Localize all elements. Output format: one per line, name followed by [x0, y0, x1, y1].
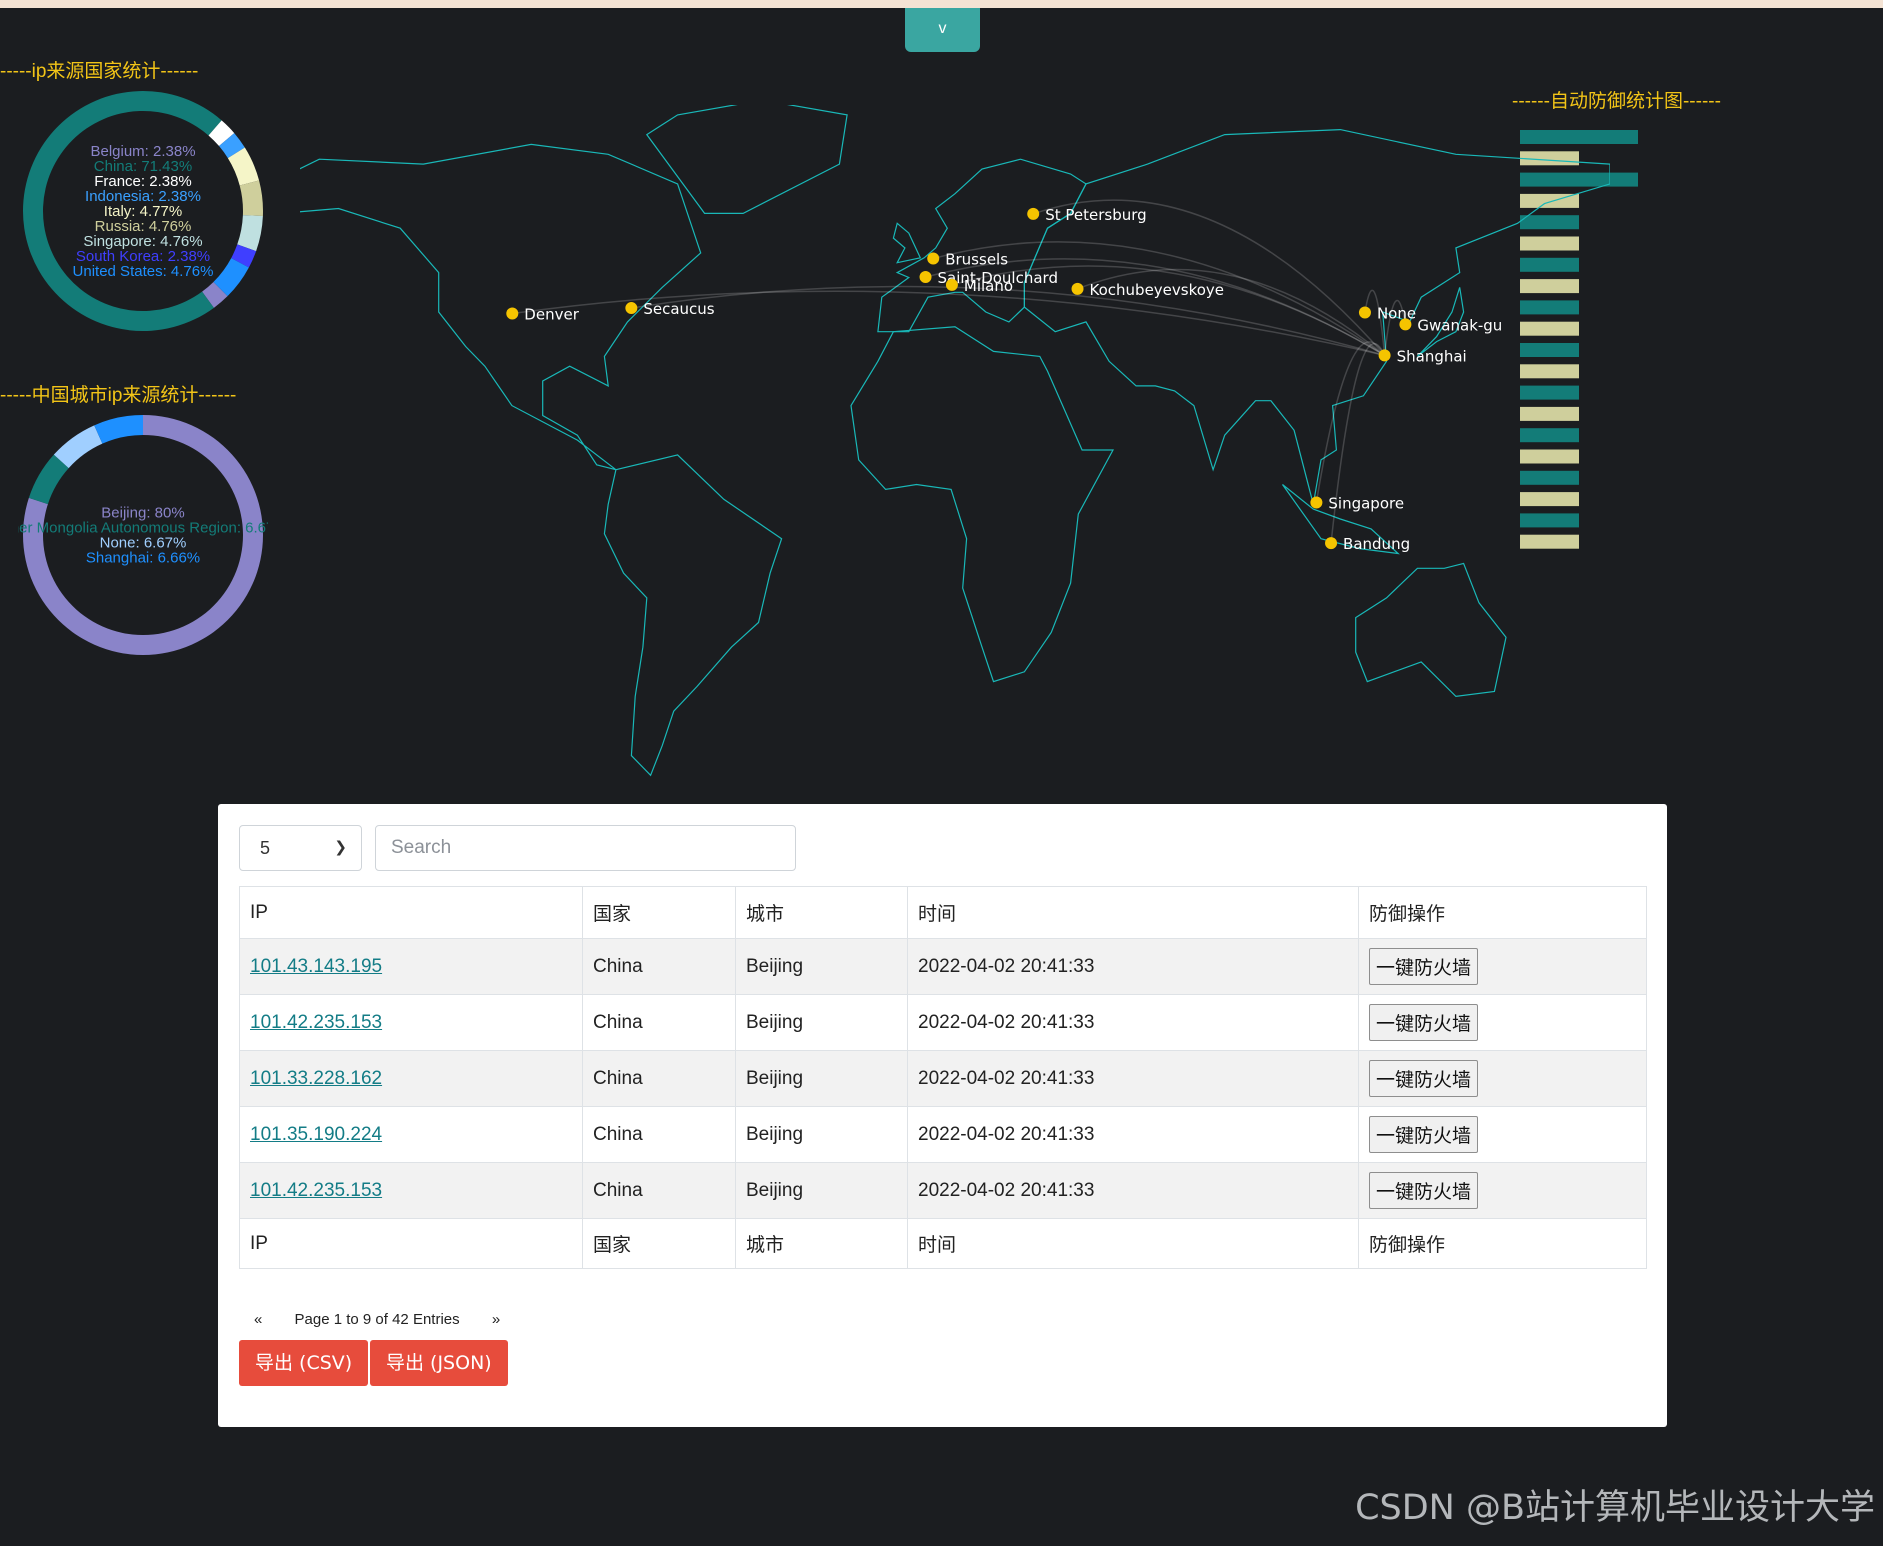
map-point[interactable] — [945, 278, 958, 291]
map-landmass — [850, 326, 1115, 683]
col-action[interactable]: 防御操作 — [1358, 886, 1647, 939]
firewall-button[interactable]: 一键防火墙 — [1369, 1172, 1479, 1209]
table-row: 101.35.190.224 China Beijing 2022-04-02 … — [239, 1106, 1647, 1163]
next-page-button[interactable]: » — [492, 1311, 500, 1328]
map-point-label: Brussels — [945, 251, 1008, 269]
map-point-label: Milano — [964, 277, 1013, 295]
map-point-label: Kochubeyevskoye — [1090, 281, 1225, 299]
city-cell: Beijing — [735, 1106, 908, 1163]
table-row: 101.43.143.195 China Beijing 2022-04-02 … — [239, 938, 1647, 995]
country-donut-slice — [239, 180, 263, 216]
table-row: 101.42.235.153 China Beijing 2022-04-02 … — [239, 994, 1647, 1051]
time-cell: 2022-04-02 20:41:33 — [907, 1162, 1359, 1219]
map-point-label: None — [1377, 304, 1416, 322]
map-point[interactable] — [506, 307, 519, 320]
export-csv-button[interactable]: 导出 (CSV) — [239, 1340, 369, 1386]
map-point-label: St Petersburg — [1045, 206, 1146, 224]
map-landmass — [1355, 562, 1507, 698]
attack-arc — [1330, 343, 1386, 544]
map-point[interactable] — [1071, 282, 1084, 295]
country-donut-legend-item: United States: 4.76% — [73, 263, 214, 280]
watermark: CSDN @B站计算机毕业设计大学 — [1355, 1488, 1875, 1528]
country-donut-chart: Belgium: 2.38%China: 71.43%France: 2.38%… — [23, 91, 263, 331]
city-donut-chart: Beijing: 80%Inner Mongolia Autonomous Re… — [18, 415, 268, 655]
col-city[interactable]: 城市 — [735, 886, 908, 939]
toggle-panel-button[interactable]: v — [905, 8, 980, 52]
export-json-button[interactable]: 导出 (JSON) — [370, 1340, 508, 1386]
attack-arc — [1315, 341, 1386, 503]
city-stats-title: -----中国城市ip来源统计------ — [0, 385, 237, 406]
ip-table: IP 国家 城市 时间 防御操作 101.43.143.195 China Be… — [239, 886, 1647, 1269]
map-landmass — [892, 222, 922, 264]
country-cell: China — [582, 1162, 736, 1219]
map-point[interactable] — [1399, 318, 1412, 331]
map-landmass — [603, 454, 783, 777]
time-cell: 2022-04-02 20:41:33 — [907, 938, 1359, 995]
ip-link[interactable]: 101.42.235.153 — [250, 1180, 382, 1201]
city-cell: Beijing — [735, 994, 908, 1051]
pagination: « Page 1 to 9 of 42 Entries » — [254, 1311, 528, 1328]
foot-col-ip: IP — [239, 1218, 583, 1269]
map-point[interactable] — [1325, 537, 1338, 550]
map-point[interactable] — [927, 252, 940, 265]
foot-col-action: 防御操作 — [1358, 1218, 1647, 1269]
ip-link[interactable]: 101.33.228.162 — [250, 1068, 382, 1089]
city-cell: Beijing — [735, 938, 908, 995]
world-attack-map: Denver SecaucusBrusselsSaint-DoulchardMil… — [300, 105, 1610, 777]
page-length-select[interactable]: 5 ❯ — [239, 825, 362, 871]
country-stats-title: -----ip来源国家统计------ — [0, 61, 199, 82]
map-landmass — [877, 158, 1087, 333]
ip-link[interactable]: 101.43.143.195 — [250, 956, 382, 977]
city-donut-legend-item: Shanghai: 6.66% — [86, 550, 200, 567]
map-point-label: Bandung — [1343, 535, 1410, 553]
prev-page-button[interactable]: « — [254, 1311, 262, 1328]
city-cell: Beijing — [735, 1050, 908, 1107]
firewall-button[interactable]: 一键防火墙 — [1369, 1060, 1479, 1097]
foot-col-time: 时间 — [907, 1218, 1359, 1269]
col-time[interactable]: 时间 — [907, 886, 1359, 939]
country-cell: China — [582, 938, 736, 995]
firewall-button[interactable]: 一键防火墙 — [1369, 1116, 1479, 1153]
col-ip[interactable]: IP — [239, 886, 583, 939]
city-cell: Beijing — [735, 1162, 908, 1219]
firewall-button[interactable]: 一键防火墙 — [1369, 1004, 1479, 1041]
table-row: 101.42.235.153 China Beijing 2022-04-02 … — [239, 1162, 1647, 1219]
map-point[interactable] — [1027, 207, 1040, 220]
map-point[interactable] — [625, 302, 638, 315]
foot-col-country: 国家 — [582, 1218, 736, 1269]
map-point[interactable] — [919, 271, 932, 284]
country-cell: China — [582, 994, 736, 1051]
map-point[interactable] — [1378, 349, 1391, 362]
map-point-label: Gwanak-gu — [1417, 316, 1502, 334]
map-point-label: Denver — [524, 305, 579, 323]
map-point[interactable] — [1358, 306, 1371, 319]
map-landmass — [645, 105, 848, 214]
ip-link[interactable]: 101.35.190.224 — [250, 1124, 382, 1145]
time-cell: 2022-04-02 20:41:33 — [907, 994, 1359, 1051]
firewall-button[interactable]: 一键防火墙 — [1369, 948, 1479, 985]
browser-top-strip — [0, 0, 1883, 8]
chevron-down-icon: ❯ — [334, 839, 347, 856]
foot-col-city: 城市 — [735, 1218, 908, 1269]
map-point[interactable] — [1310, 496, 1323, 509]
page-length-value: 5 — [260, 838, 271, 858]
map-point-label: Shanghai — [1397, 347, 1467, 365]
country-cell: China — [582, 1050, 736, 1107]
map-landmass — [1023, 128, 1610, 505]
table-row: 101.33.228.162 China Beijing 2022-04-02 … — [239, 1050, 1647, 1107]
ip-table-panel: 5 ❯ IP 国家 城市 时间 防御操作 101.43.143.195 Chin… — [218, 804, 1667, 1427]
time-cell: 2022-04-02 20:41:33 — [907, 1106, 1359, 1163]
country-donut-slice — [237, 215, 263, 252]
ip-link[interactable]: 101.42.235.153 — [250, 1012, 382, 1033]
city-donut-slice — [94, 415, 143, 444]
col-country[interactable]: 国家 — [582, 886, 736, 939]
map-point-label: Secaucus — [643, 300, 714, 318]
page-info: Page 1 to 9 of 42 Entries — [294, 1311, 460, 1328]
country-cell: China — [582, 1106, 736, 1163]
time-cell: 2022-04-02 20:41:33 — [907, 1050, 1359, 1107]
search-input[interactable] — [375, 825, 796, 871]
map-point-label: Singapore — [1328, 494, 1404, 512]
